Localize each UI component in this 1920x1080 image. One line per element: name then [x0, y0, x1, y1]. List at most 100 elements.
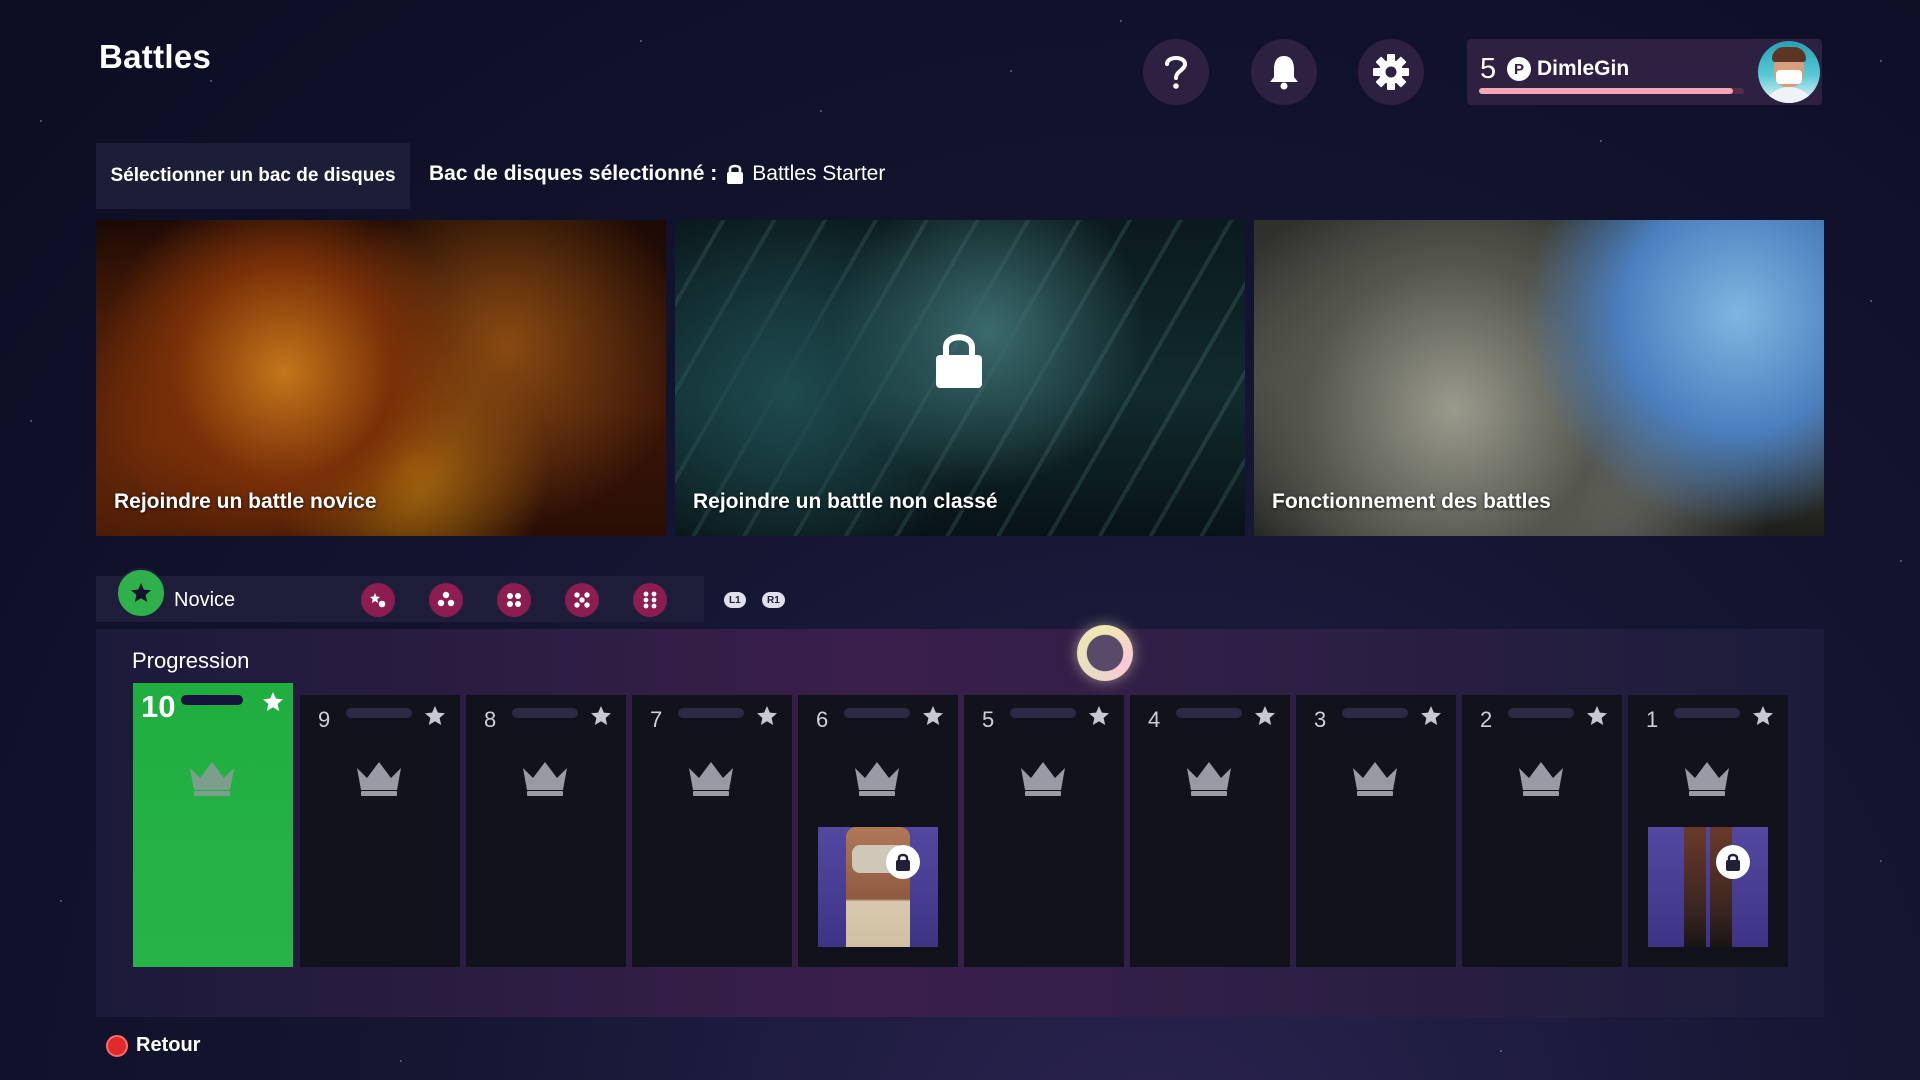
- platform-icon: P: [1507, 57, 1531, 81]
- help-button[interactable]: [1143, 39, 1209, 105]
- settings-button[interactable]: [1358, 39, 1424, 105]
- progression-slot[interactable]: 3: [1296, 695, 1456, 967]
- bell-icon: [1270, 56, 1298, 90]
- circle-button-icon: [106, 1034, 128, 1057]
- star-icon: [921, 704, 945, 733]
- progression-title: Progression: [132, 648, 250, 673]
- stars-icon: [643, 591, 657, 609]
- crown-icon: [1515, 758, 1567, 801]
- current-tier-label: Novice: [174, 589, 236, 611]
- slot-number: 8: [484, 707, 497, 732]
- progression-slot[interactable]: 6: [798, 695, 958, 967]
- card-label: Fonctionnement des battles: [1272, 490, 1551, 513]
- slot-progress-bar: [844, 708, 910, 718]
- slot-number: 5: [982, 707, 995, 732]
- join-novice-battle-card[interactable]: Rejoindre un battle novice: [96, 220, 666, 536]
- xp-progress-fill: [1479, 88, 1734, 94]
- slot-progress-bar: [678, 708, 744, 718]
- slot-number: 9: [318, 707, 331, 732]
- slot-progress-bar: [1176, 708, 1242, 718]
- crown-icon: [1681, 758, 1733, 801]
- crown-icon: [685, 758, 737, 801]
- selected-crate-value: Battles Starter: [752, 162, 886, 185]
- crown-icon: [1349, 758, 1401, 801]
- star-icon: [423, 704, 447, 733]
- star-icon: [261, 690, 285, 719]
- crown-icon: [186, 758, 238, 801]
- avatar: [1758, 41, 1820, 103]
- progression-slot[interactable]: 7: [632, 695, 792, 967]
- star-icon: [1419, 704, 1443, 733]
- slot-progress-bar: [1674, 708, 1740, 718]
- page-title: Battles: [99, 38, 212, 75]
- progression-slot[interactable]: 1: [1628, 695, 1788, 967]
- stars-icon: [370, 593, 386, 608]
- card-label: Rejoindre un battle non classé: [693, 490, 998, 513]
- slot-progress-bar: [1342, 708, 1408, 718]
- notifications-button[interactable]: [1251, 39, 1317, 105]
- select-crate-button[interactable]: Sélectionner un bac de disques: [96, 143, 410, 209]
- progression-slot[interactable]: 5: [964, 695, 1124, 967]
- progression-slot[interactable]: 4: [1130, 695, 1290, 967]
- l1-button-hint: L1: [724, 592, 746, 608]
- star-icon: [1585, 704, 1609, 733]
- xp-progress-bar: [1479, 88, 1744, 94]
- back-label: Retour: [136, 1034, 201, 1056]
- lock-icon: [1716, 845, 1750, 879]
- progression-slot[interactable]: 8: [466, 695, 626, 967]
- profile-username: DimleGin: [1537, 57, 1630, 80]
- crown-icon: [519, 758, 571, 801]
- crown-icon: [353, 758, 405, 801]
- profile-card[interactable]: 5 P DimleGin: [1467, 39, 1822, 105]
- star-icon: [131, 583, 151, 602]
- tier-5-icon[interactable]: [565, 583, 599, 617]
- gear-icon: [1373, 54, 1409, 90]
- lock-icon: [727, 164, 744, 184]
- slot-progress-bar: [181, 695, 243, 705]
- slot-progress-bar: [346, 708, 412, 718]
- slot-number: 3: [1314, 707, 1327, 732]
- slot-progress-bar: [512, 708, 578, 718]
- stars-icon: [507, 593, 521, 607]
- tier-3-icon[interactable]: [429, 583, 463, 617]
- lock-icon: [886, 845, 920, 879]
- slot-progress-bar: [1010, 708, 1076, 718]
- cursor-indicator: [1077, 625, 1133, 681]
- back-button[interactable]: Retour: [106, 1034, 200, 1057]
- tier-4-icon[interactable]: [497, 583, 531, 617]
- star-icon: [755, 704, 779, 733]
- how-battles-work-card[interactable]: Fonctionnement des battles: [1254, 220, 1824, 536]
- stars-icon: [437, 591, 455, 607]
- slot-number: 1: [1646, 707, 1659, 732]
- stars-icon: [574, 592, 590, 608]
- star-icon: [1751, 704, 1775, 733]
- progression-slot[interactable]: 10: [133, 683, 293, 967]
- star-icon: [1087, 704, 1111, 733]
- star-icon: [589, 704, 613, 733]
- slot-number: 6: [816, 707, 829, 732]
- card-label: Rejoindre un battle novice: [114, 490, 377, 513]
- slot-number: 2: [1480, 707, 1493, 732]
- profile-level: 5: [1480, 53, 1497, 85]
- selected-crate-info: Bac de disques sélectionné : Battles Sta…: [429, 162, 885, 186]
- tier-6-icon[interactable]: [633, 583, 667, 617]
- slot-number: 7: [650, 707, 663, 732]
- lock-icon: [936, 334, 982, 388]
- slot-progress-bar: [1508, 708, 1574, 718]
- tier-2-icon[interactable]: [361, 583, 395, 617]
- novice-tier-icon[interactable]: [116, 568, 166, 618]
- progression-slot[interactable]: 2: [1462, 695, 1622, 967]
- r1-button-hint: R1: [762, 592, 785, 608]
- slot-number: 10: [141, 689, 176, 724]
- crown-icon: [851, 758, 903, 801]
- reward-thumbnail[interactable]: [1648, 827, 1768, 947]
- reward-thumbnail[interactable]: [818, 827, 938, 947]
- question-icon: [1165, 56, 1188, 89]
- crown-icon: [1183, 758, 1235, 801]
- tier-selector: Novice: [96, 568, 704, 622]
- star-icon: [1253, 704, 1277, 733]
- crown-icon: [1017, 758, 1069, 801]
- progression-slot[interactable]: 9: [300, 695, 460, 967]
- join-unranked-battle-card[interactable]: Rejoindre un battle non classé: [675, 220, 1245, 536]
- slot-number: 4: [1148, 707, 1161, 732]
